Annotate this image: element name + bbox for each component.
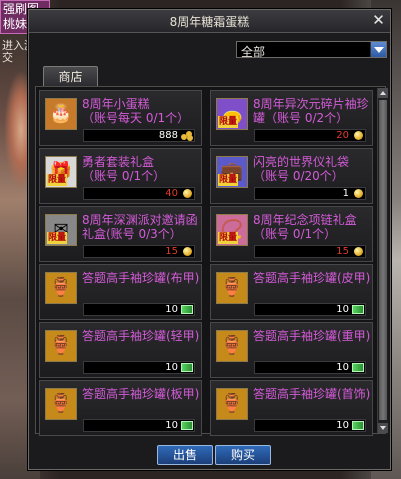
buy-button[interactable]: 购买 xyxy=(215,445,271,465)
price-box: 10 xyxy=(83,303,195,316)
scrollbar[interactable] xyxy=(377,88,388,433)
item-name: 8周年异次元碎片袖珍罐（账号 0/2个） xyxy=(253,97,369,125)
price-box: 10 xyxy=(254,361,366,374)
shop-item[interactable]: 🎂 8周年小蛋糕 （账号每天 0/1个） 888 xyxy=(39,90,202,146)
item-name: 8周年深渊派对邀请函礼盒(账号 0/3个） xyxy=(82,213,198,241)
price-value: 888 xyxy=(158,130,178,141)
price-box: 1 xyxy=(254,187,366,200)
item-name: 8周年小蛋糕 （账号每天 0/1个） xyxy=(82,97,190,125)
price-value: 20 xyxy=(336,130,349,141)
jar-icon[interactable]: 🏺 xyxy=(45,330,77,362)
price-value: 15 xyxy=(336,246,349,257)
ticket-icon xyxy=(181,305,193,314)
scroll-down-icon[interactable] xyxy=(378,423,388,433)
price-value: 10 xyxy=(165,362,178,373)
icon-glyph: 🏺 xyxy=(220,393,244,414)
close-icon[interactable]: ✕ xyxy=(371,13,386,28)
price-box: 888 xyxy=(83,129,195,142)
shop-item[interactable]: 👝 限量 8周年异次元碎片袖珍罐（账号 0/2个） 20 xyxy=(210,90,373,146)
price-box: 10 xyxy=(254,419,366,432)
price-box: 10 xyxy=(254,303,366,316)
shop-item[interactable]: 🏺 答题高手袖珍罐(板甲) 10 xyxy=(39,380,202,436)
limited-badge: 限量 xyxy=(47,232,67,244)
shop-item[interactable]: 🏺 答题高手袖珍罐(布甲) 10 xyxy=(39,264,202,320)
sell-button[interactable]: 出售 xyxy=(157,445,213,465)
item-name: 答题高手袖珍罐(皮甲) xyxy=(253,271,371,285)
icon-glyph: 🏺 xyxy=(220,335,244,356)
title-bar[interactable]: 8周年糖霜蛋糕 ✕ xyxy=(29,10,390,33)
price-box: 20 xyxy=(254,129,366,142)
price-value: 10 xyxy=(336,304,349,315)
price-value: 10 xyxy=(165,304,178,315)
price-value: 10 xyxy=(336,362,349,373)
coin-icon xyxy=(183,189,192,198)
ticket-icon xyxy=(181,421,193,430)
shop-item[interactable]: 🏺 答题高手袖珍罐(重甲) 10 xyxy=(210,322,373,378)
ticket-icon xyxy=(352,305,364,314)
jar-icon[interactable]: 🏺 xyxy=(216,388,248,420)
ticket-icon xyxy=(352,421,364,430)
item-name: 8周年纪念项链礼盒 （账号 0/1个） xyxy=(253,213,357,241)
item-name: 答题高手袖珍罐(轻甲) xyxy=(82,329,200,343)
filter-selected: 全部 xyxy=(241,45,266,59)
icon-glyph: 🏺 xyxy=(220,277,244,298)
ticket-icon xyxy=(352,363,364,372)
price-value: 10 xyxy=(336,420,349,431)
coin-icon xyxy=(183,247,192,256)
filter-dropdown[interactable]: 全部 xyxy=(236,41,387,59)
item-name: 答题高手袖珍罐(板甲) xyxy=(82,387,200,401)
jar-icon[interactable]: 🏺 xyxy=(45,272,77,304)
pouch-icon[interactable]: 👝 限量 xyxy=(216,98,248,130)
scroll-thumb[interactable] xyxy=(379,100,387,420)
price-value: 10 xyxy=(165,420,178,431)
shop-item[interactable]: ✉ 限量 8周年深渊派对邀请函礼盒(账号 0/3个） 15 xyxy=(39,206,202,262)
price-value: 1 xyxy=(342,188,349,199)
item-name: 答题高手袖珍罐(重甲) xyxy=(253,329,371,343)
limited-badge: 限量 xyxy=(47,174,67,186)
item-name: 答题高手袖珍罐(布甲) xyxy=(82,271,200,285)
icon-glyph: 🏺 xyxy=(49,277,73,298)
price-value: 40 xyxy=(165,188,178,199)
price-box: 15 xyxy=(254,245,366,258)
window-title: 8周年糖霜蛋糕 xyxy=(169,15,250,29)
limited-badge: 限量 xyxy=(218,116,238,128)
coin-stack-icon xyxy=(181,131,193,141)
icon-glyph: 🏺 xyxy=(49,393,73,414)
price-box: 15 xyxy=(83,245,195,258)
shop-item[interactable]: 🏺 答题高手袖珍罐(皮甲) 10 xyxy=(210,264,373,320)
item-name: 勇者套装礼盒 （账号 0/1个） xyxy=(82,155,166,183)
jar-icon[interactable]: 🏺 xyxy=(45,388,77,420)
shop-item[interactable]: 🎁 限量 勇者套装礼盒 （账号 0/1个） 40 xyxy=(39,148,202,204)
limited-badge: 限量 xyxy=(218,232,238,244)
item-name: 闪亮的世界仪礼袋 （账号 0/20个） xyxy=(253,155,350,183)
price-box: 10 xyxy=(83,419,195,432)
coin-icon xyxy=(354,189,363,198)
shop-item[interactable]: 💼 限量 闪亮的世界仪礼袋 （账号 0/20个） 1 xyxy=(210,148,373,204)
price-box: 40 xyxy=(83,187,195,200)
chevron-down-icon[interactable] xyxy=(370,42,386,57)
price-box: 10 xyxy=(83,361,195,374)
shop-item[interactable]: 📿 限量 8周年纪念项链礼盒 （账号 0/1个） 15 xyxy=(210,206,373,262)
item-name: 答题高手袖珍罐(首饰) xyxy=(253,387,371,401)
shop-item[interactable]: 🏺 答题高手袖珍罐(首饰) 10 xyxy=(210,380,373,436)
icon-glyph: 🎂 xyxy=(49,103,73,124)
coin-icon xyxy=(354,247,363,256)
coin-icon xyxy=(354,131,363,140)
limited-badge: 限量 xyxy=(218,174,238,186)
invite-box-icon[interactable]: ✉ 限量 xyxy=(45,214,77,246)
giftbox-icon[interactable]: 🎁 限量 xyxy=(45,156,77,188)
icon-glyph: 🏺 xyxy=(49,335,73,356)
shop-item[interactable]: 🏺 答题高手袖珍罐(轻甲) 10 xyxy=(39,322,202,378)
cake-icon[interactable]: 🎂 xyxy=(45,98,77,130)
tab-shop[interactable]: 商店 xyxy=(43,66,98,86)
jar-icon[interactable]: 🏺 xyxy=(216,330,248,362)
ticket-icon xyxy=(181,363,193,372)
scroll-up-icon[interactable] xyxy=(378,88,388,98)
necklace-box-icon[interactable]: 📿 限量 xyxy=(216,214,248,246)
bag-icon[interactable]: 💼 限量 xyxy=(216,156,248,188)
price-value: 15 xyxy=(165,246,178,257)
shop-window: 8周年糖霜蛋糕 ✕ 全部 商店 🎂 8周年小蛋糕 （账号每天 0/1个） 888 👝 限… xyxy=(28,9,391,470)
jar-icon[interactable]: 🏺 xyxy=(216,272,248,304)
